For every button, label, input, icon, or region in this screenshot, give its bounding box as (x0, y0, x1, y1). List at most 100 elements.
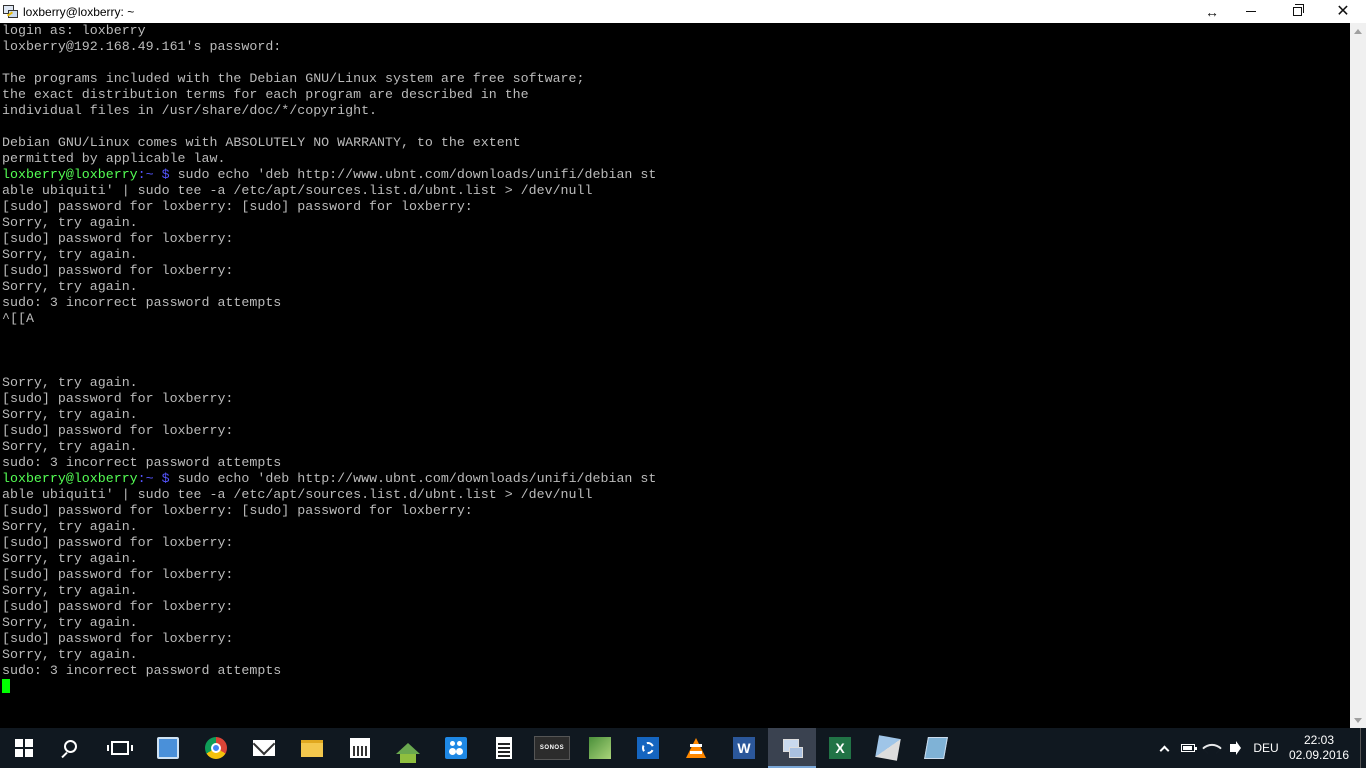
terminal-line: loxberry@loxberry:~ $ sudo echo 'deb htt… (2, 471, 1350, 487)
volume-button[interactable] (1224, 728, 1248, 768)
terminal-line: sudo: 3 incorrect password attempts (2, 455, 1350, 471)
taskbar-app-sonos[interactable]: SONOS (528, 728, 576, 768)
taskbar-app-excel[interactable]: X (816, 728, 864, 768)
taskbar-app-calculator[interactable] (480, 728, 528, 768)
terminal-line: Sorry, try again. (2, 407, 1350, 423)
terminal-line: The programs included with the Debian GN… (2, 71, 1350, 87)
terminal-line: the exact distribution terms for each pr… (2, 87, 1350, 103)
clock[interactable]: 22:03 02.09.2016 (1284, 733, 1354, 763)
close-button[interactable]: ✕ (1320, 0, 1366, 23)
terminal-line: sudo: 3 incorrect password attempts (2, 663, 1350, 679)
terminal-line: Sorry, try again. (2, 375, 1350, 391)
taskbar-app-putty[interactable] (768, 728, 816, 768)
terminal-line-text: Sorry, try again. (2, 519, 138, 534)
taskbar-app-home[interactable] (384, 728, 432, 768)
battery-button[interactable] (1176, 728, 1200, 768)
calculator-icon (496, 737, 512, 759)
window-title: loxberry@loxberry: ~ (23, 4, 135, 19)
windows-start-icon (15, 739, 33, 757)
terminal-line-text: sudo: 3 incorrect password attempts (2, 295, 282, 310)
people-icon (445, 737, 467, 759)
terminal-line-text: able ubiquiti' | sudo tee -a /etc/apt/so… (2, 487, 593, 502)
terminal-line: [sudo] password for loxberry: (2, 263, 1350, 279)
scroll-up-icon[interactable] (1354, 29, 1362, 34)
taskbar-app-mail[interactable] (240, 728, 288, 768)
taskbar: SONOS W X DEU 22:03 02.09.2016 (0, 728, 1366, 768)
taskbar-app-chrome[interactable] (192, 728, 240, 768)
taskbar-app-vlc[interactable] (672, 728, 720, 768)
input-language[interactable]: DEU (1248, 741, 1284, 755)
terminal-line-text: Sorry, try again. (2, 375, 138, 390)
scroll-down-icon[interactable] (1354, 718, 1362, 723)
taskbar-app-explorer[interactable] (288, 728, 336, 768)
terminal-line-text: Sorry, try again. (2, 647, 138, 662)
putty-icon (781, 737, 803, 759)
close-icon: ✕ (1336, 2, 1350, 20)
vertical-scrollbar[interactable] (1350, 23, 1366, 729)
terminal-line-text: Sorry, try again. (2, 439, 138, 454)
terminal-line-text: [sudo] password for loxberry: (2, 631, 234, 646)
terminal-line-text: [sudo] password for loxberry: (2, 391, 234, 406)
terminal-line-text: Sorry, try again. (2, 407, 138, 422)
task-view-icon (107, 741, 133, 755)
terminal-input-line[interactable] (2, 679, 1350, 695)
terminal-line: [sudo] password for loxberry: (2, 423, 1350, 439)
terminal-line: [sudo] password for loxberry: (2, 231, 1350, 247)
terminal-line-text: [sudo] password for loxberry: (2, 263, 234, 278)
taskbar-app-calendar[interactable] (336, 728, 384, 768)
terminal-line: [sudo] password for loxberry: (2, 599, 1350, 615)
excel-icon: X (829, 737, 851, 759)
terminal-line: permitted by applicable law. (2, 151, 1350, 167)
terminal-line: individual files in /usr/share/doc/*/cop… (2, 103, 1350, 119)
show-hidden-icons-button[interactable] (1152, 728, 1176, 768)
clock-date: 02.09.2016 (1288, 748, 1350, 762)
taskbar-app-maps[interactable] (576, 728, 624, 768)
taskbar-app-people[interactable] (432, 728, 480, 768)
putty-icon[interactable] (3, 4, 19, 20)
terminal-line-text: login as: loxberry (2, 23, 146, 38)
vlc-cone-icon (686, 738, 706, 758)
terminal-cursor (2, 679, 10, 693)
window-title-bar[interactable]: loxberry@loxberry: ~ ↔ ✕ (0, 0, 1366, 23)
terminal-line-text: [sudo] password for loxberry: [sudo] pas… (2, 199, 473, 214)
terminal-output[interactable]: login as: loxberry loxberry@192.168.49.16… (0, 23, 1350, 729)
map-icon (589, 737, 611, 759)
task-view-button[interactable] (96, 728, 144, 768)
battery-icon (1181, 744, 1197, 752)
minimize-button[interactable] (1228, 0, 1274, 23)
start-button[interactable] (0, 728, 48, 768)
speaker-icon (1230, 741, 1241, 755)
taskbar-app-word[interactable]: W (720, 728, 768, 768)
clock-time: 22:03 (1303, 733, 1335, 747)
terminal-line-text: individual files in /usr/share/doc/*/cop… (2, 103, 378, 118)
resize-arrows-icon[interactable]: ↔ (1200, 0, 1224, 23)
taskbar-app-settings[interactable] (624, 728, 672, 768)
terminal-line: ^[[A (2, 311, 1350, 327)
terminal-line-text: sudo echo 'deb http://www.ubnt.com/downl… (169, 167, 657, 182)
terminal-line: Sorry, try again. (2, 439, 1350, 455)
terminal-line-text: loxberry@192.168.49.161's password: (2, 39, 282, 54)
terminal-line: [sudo] password for loxberry: (2, 391, 1350, 407)
terminal-line-text: Sorry, try again. (2, 551, 138, 566)
terminal-line-text: sudo: 3 incorrect password attempts (2, 663, 282, 678)
terminal-line: Sorry, try again. (2, 615, 1350, 631)
terminal-line-text: [sudo] password for loxberry: (2, 599, 234, 614)
system-tray: DEU 22:03 02.09.2016 (1152, 728, 1366, 768)
word-icon: W (733, 737, 755, 759)
taskbar-app-contacts[interactable] (144, 728, 192, 768)
tools-icon (875, 735, 901, 761)
taskbar-app-notes[interactable] (912, 728, 960, 768)
terminal-line: [sudo] password for loxberry: (2, 631, 1350, 647)
show-desktop-button[interactable] (1360, 728, 1366, 768)
notes-icon (924, 737, 948, 759)
restore-button[interactable] (1274, 0, 1320, 23)
prompt-separator: : (137, 167, 146, 182)
terminal-line: login as: loxberry (2, 23, 1350, 39)
network-button[interactable] (1200, 728, 1224, 768)
terminal-line: Sorry, try again. (2, 279, 1350, 295)
search-button[interactable] (48, 728, 96, 768)
taskbar-app-tools[interactable] (864, 728, 912, 768)
terminal-line: Sorry, try again. (2, 215, 1350, 231)
